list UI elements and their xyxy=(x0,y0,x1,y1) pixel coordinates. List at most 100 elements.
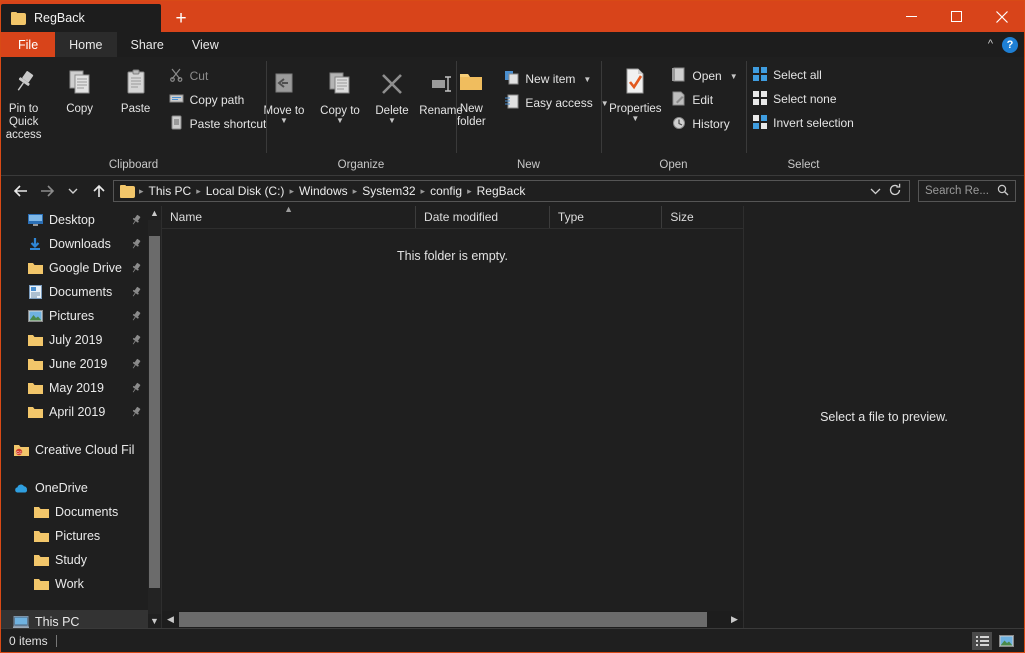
search-icon[interactable] xyxy=(997,184,1009,199)
invert-selection-button[interactable]: Invert selection xyxy=(748,113,859,133)
scrollbar-thumb[interactable] xyxy=(149,236,160,588)
scroll-down-button[interactable]: ▼ xyxy=(148,614,161,628)
ribbon-group-label-select: Select xyxy=(787,159,820,171)
chevron-down-icon[interactable]: ▼ xyxy=(730,72,738,81)
invert-selection-icon xyxy=(753,114,768,132)
pin-to-quick-access-button[interactable]: Pin to Quick access xyxy=(0,61,52,142)
column-header-size[interactable]: Size xyxy=(662,206,743,228)
sidebar-item-google-drive[interactable]: Google Drive xyxy=(1,256,148,280)
tab-file[interactable]: File xyxy=(1,32,56,57)
chevron-down-icon[interactable]: ▼ xyxy=(280,117,288,125)
up-button[interactable] xyxy=(87,179,111,203)
sidebar-item-june-2019[interactable]: June 2019 xyxy=(1,352,148,376)
sidebar-item-onedrive-pictures[interactable]: Pictures xyxy=(1,524,148,548)
pin-icon[interactable] xyxy=(130,310,142,322)
pin-icon[interactable] xyxy=(130,238,142,250)
chevron-down-icon[interactable]: ▼ xyxy=(336,117,344,125)
pin-icon[interactable] xyxy=(130,358,142,370)
breadcrumb-item-this-pc[interactable]: This PC xyxy=(145,184,196,198)
preview-message: Select a file to preview. xyxy=(820,410,948,424)
help-icon[interactable]: ? xyxy=(1002,36,1018,53)
tab-share[interactable]: Share xyxy=(117,32,178,57)
sidebar-item-creative-cloud-files[interactable]: Cc Creative Cloud Fil xyxy=(1,438,148,462)
sidebar-item-desktop[interactable]: Desktop xyxy=(1,208,148,232)
navigation-scrollbar[interactable]: ▲ ▼ xyxy=(148,206,161,628)
pin-icon[interactable] xyxy=(130,262,142,274)
copy-button[interactable]: Copy xyxy=(52,61,108,116)
new-folder-button[interactable]: New folder xyxy=(443,61,499,129)
open-button[interactable]: Open ▼ xyxy=(666,66,742,86)
properties-button[interactable]: Properties ▼ xyxy=(604,61,666,123)
file-list[interactable]: This folder is empty. xyxy=(162,229,743,611)
breadcrumb-item-local-disk[interactable]: Local Disk (C:) xyxy=(202,184,289,198)
chevron-up-icon[interactable]: ^ xyxy=(988,39,993,50)
forward-button[interactable] xyxy=(35,179,59,203)
sidebar-item-pictures[interactable]: Pictures xyxy=(1,304,148,328)
large-icons-view-button[interactable] xyxy=(996,632,1016,650)
tab-view[interactable]: View xyxy=(178,32,233,57)
paste-button[interactable]: Paste xyxy=(108,61,164,116)
column-header-name[interactable]: ▲ Name xyxy=(162,205,417,228)
horizontal-scrollbar[interactable]: ◀ ▶ xyxy=(162,611,743,628)
sidebar-item-july-2019[interactable]: July 2019 xyxy=(1,328,148,352)
previous-locations-dropdown[interactable] xyxy=(870,184,881,198)
scroll-left-button[interactable]: ◀ xyxy=(162,611,179,628)
breadcrumb-bar[interactable]: ▸ This PC ▸ Local Disk (C:) ▸ Windows ▸ … xyxy=(113,180,910,202)
scroll-up-button[interactable]: ▲ xyxy=(148,206,161,220)
window-controls xyxy=(889,1,1024,32)
recent-locations-button[interactable] xyxy=(61,179,85,203)
select-none-button[interactable]: Select none xyxy=(748,89,859,109)
history-button[interactable]: History xyxy=(666,114,742,134)
scroll-right-button[interactable]: ▶ xyxy=(726,611,743,628)
search-box[interactable]: Search Re... xyxy=(918,180,1016,202)
breadcrumb-item-regback[interactable]: RegBack xyxy=(473,184,530,198)
search-input[interactable]: Search Re... xyxy=(925,185,989,197)
pin-icon[interactable] xyxy=(130,334,142,346)
maximize-button[interactable] xyxy=(934,1,979,32)
easy-access-button[interactable]: Easy access ▼ xyxy=(499,93,613,113)
select-none-label: Select none xyxy=(773,92,837,106)
hscrollbar-thumb[interactable] xyxy=(179,612,707,627)
window-tab-regback[interactable]: RegBack xyxy=(1,4,161,32)
move-to-button[interactable]: Move to ▼ xyxy=(256,63,312,125)
move-to-icon xyxy=(270,67,298,101)
column-header-type[interactable]: Type xyxy=(550,206,663,228)
pin-icon[interactable] xyxy=(130,406,142,418)
back-button[interactable] xyxy=(9,179,33,203)
sidebar-item-this-pc[interactable]: This PC xyxy=(1,610,148,628)
copy-to-button[interactable]: Copy to ▼ xyxy=(312,63,368,125)
delete-button[interactable]: Delete ▼ xyxy=(368,63,416,125)
scrollbar-track[interactable] xyxy=(148,220,161,614)
close-button[interactable] xyxy=(979,1,1024,32)
chevron-down-icon[interactable]: ▼ xyxy=(631,115,639,123)
sidebar-item-downloads[interactable]: Downloads xyxy=(1,232,148,256)
breadcrumb-item-windows[interactable]: Windows xyxy=(295,184,352,198)
breadcrumb-item-config[interactable]: config xyxy=(426,184,466,198)
desktop-icon xyxy=(27,212,43,228)
details-view-button[interactable] xyxy=(972,631,992,650)
chevron-down-icon[interactable]: ▼ xyxy=(388,117,396,125)
select-all-button[interactable]: Select all xyxy=(748,65,859,85)
new-tab-button[interactable]: + xyxy=(161,4,201,32)
folder-icon xyxy=(11,11,26,25)
sidebar-item-may-2019[interactable]: May 2019 xyxy=(1,376,148,400)
sidebar-item-april-2019[interactable]: April 2019 xyxy=(1,400,148,424)
minimize-button[interactable] xyxy=(889,1,934,32)
column-label: Date modified xyxy=(424,210,499,224)
sidebar-item-onedrive-study[interactable]: Study xyxy=(1,548,148,572)
sidebar-item-onedrive-documents[interactable]: Documents xyxy=(1,500,148,524)
breadcrumb-item-system32[interactable]: System32 xyxy=(358,184,419,198)
sidebar-item-documents[interactable]: Documents xyxy=(1,280,148,304)
edit-button[interactable]: Edit xyxy=(666,90,742,110)
refresh-icon[interactable] xyxy=(888,183,902,200)
hscrollbar-track[interactable] xyxy=(179,611,726,628)
sidebar-item-onedrive-work[interactable]: Work xyxy=(1,572,148,596)
pin-icon[interactable] xyxy=(130,214,142,226)
sidebar-item-onedrive[interactable]: OneDrive xyxy=(1,476,148,500)
column-header-date-modified[interactable]: Date modified xyxy=(416,206,550,228)
new-item-button[interactable]: New item ▼ xyxy=(499,69,613,89)
tab-home[interactable]: Home xyxy=(55,32,117,57)
pin-icon[interactable] xyxy=(130,286,142,298)
pin-icon[interactable] xyxy=(130,382,142,394)
chevron-down-icon[interactable]: ▼ xyxy=(583,75,591,84)
